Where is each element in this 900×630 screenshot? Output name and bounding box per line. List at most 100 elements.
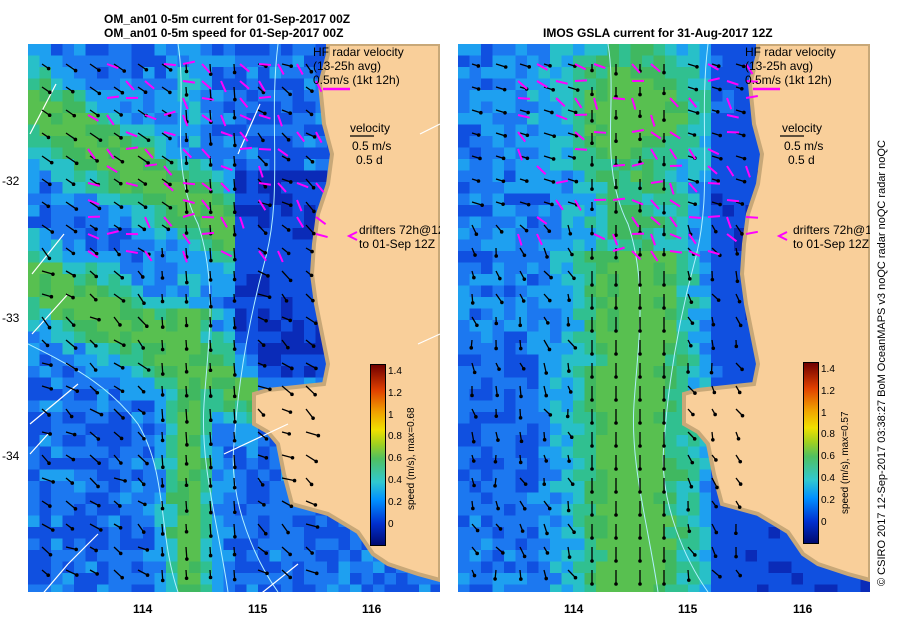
- current-arrow-head: [142, 301, 146, 306]
- speed-cell: [120, 550, 132, 562]
- speed-cell: [515, 584, 528, 592]
- speed-cell: [85, 492, 98, 505]
- speed-cell: [39, 561, 52, 574]
- speed-cell: [596, 67, 608, 79]
- speed-cell: [757, 527, 769, 539]
- speed-cell: [722, 136, 735, 148]
- speed-cell: [458, 124, 470, 137]
- speed-cell: [235, 251, 247, 263]
- speed-cell: [97, 331, 109, 344]
- speed-cell: [504, 400, 516, 413]
- current-arrow-head: [740, 367, 744, 372]
- speed-cell: [527, 170, 539, 183]
- speed-cell: [458, 504, 470, 516]
- speed-cell: [189, 113, 201, 125]
- current-arrow-head: [692, 437, 697, 441]
- speed-cell: [469, 262, 482, 275]
- speed-cell: [189, 550, 201, 562]
- speed-cell: [154, 320, 167, 332]
- current-arrow-head: [145, 573, 150, 577]
- current-arrow-head: [693, 391, 697, 395]
- speed-cell: [492, 354, 505, 367]
- speed-cell: [189, 44, 201, 56]
- current-arrow-head: [264, 162, 268, 167]
- speed-cell: [154, 297, 167, 309]
- speed-cell: [527, 331, 539, 344]
- speed-cell: [166, 320, 178, 332]
- current-arrow-head: [209, 510, 213, 515]
- current-arrow: [185, 546, 188, 560]
- current-arrow-head: [475, 323, 479, 328]
- speed-cell: [269, 274, 282, 286]
- current-arrow-head: [184, 69, 189, 74]
- speed-cell: [396, 584, 408, 592]
- speed-cell: [504, 44, 516, 56]
- speed-cell: [74, 469, 86, 482]
- current-arrow-head: [518, 416, 523, 420]
- speed-cell: [492, 182, 505, 194]
- speed-cell: [504, 377, 516, 390]
- current-arrow-head: [590, 306, 594, 310]
- speed-cell: [458, 538, 470, 551]
- current-arrow-head: [493, 484, 497, 488]
- speed-cell: [619, 481, 631, 493]
- current-arrow-head: [614, 421, 618, 425]
- speed-cell: [51, 446, 63, 459]
- speed-cell: [269, 527, 282, 539]
- speed-cell: [458, 400, 470, 413]
- speed-cell: [39, 297, 52, 309]
- speed-cell: [492, 423, 505, 436]
- current-arrow-head: [287, 432, 292, 436]
- speed-cell: [688, 435, 700, 447]
- speed-cell: [550, 354, 562, 367]
- speed-cell: [292, 527, 305, 539]
- speed-cell: [630, 515, 643, 528]
- speed-cell: [74, 55, 86, 68]
- speed-cell: [258, 308, 270, 321]
- current-arrow: [185, 178, 188, 192]
- speed-cell: [481, 538, 493, 551]
- speed-cell: [515, 251, 528, 263]
- current-arrow-head: [208, 163, 213, 167]
- current-arrow-head: [566, 322, 571, 327]
- speed-cell: [458, 527, 470, 539]
- speed-cell: [688, 67, 700, 79]
- current-arrow-head: [687, 529, 692, 534]
- speed-cell: [630, 262, 643, 275]
- speed-cell: [573, 44, 585, 56]
- current-arrow-head: [501, 202, 505, 206]
- speed-cell: [189, 67, 201, 79]
- speed-cell: [550, 377, 562, 390]
- speed-cell: [573, 262, 585, 275]
- current-arrow-head: [567, 555, 572, 559]
- current-arrow-head: [118, 525, 123, 530]
- speed-cell: [596, 423, 608, 436]
- current-arrow-head: [590, 352, 594, 356]
- speed-cell: [745, 550, 758, 562]
- speed-cell: [481, 308, 493, 321]
- speed-cell: [734, 205, 746, 217]
- speed-cell: [269, 366, 282, 378]
- speed-cell: [166, 239, 178, 252]
- speed-cell: [458, 193, 470, 206]
- speed-cell: [607, 400, 620, 413]
- left-colorbar-tick: 0.4: [388, 475, 402, 486]
- speed-cell: [619, 458, 631, 470]
- speed-cell: [62, 584, 75, 592]
- right-colorbar-tick: 0.2: [821, 494, 835, 506]
- speed-cell: [458, 44, 470, 56]
- speed-cell: [584, 331, 597, 344]
- current-arrow-head: [690, 460, 695, 465]
- speed-cell: [28, 101, 40, 114]
- speed-cell: [120, 251, 132, 263]
- current-arrow-head: [288, 318, 293, 323]
- speed-cell: [235, 435, 247, 447]
- current-arrow-head: [568, 231, 573, 236]
- speed-cell: [642, 343, 654, 355]
- speed-cell: [350, 550, 362, 562]
- current-arrow-head: [309, 112, 314, 117]
- speed-cell: [814, 584, 827, 592]
- speed-cell: [504, 354, 516, 367]
- speed-cell: [481, 458, 493, 470]
- speed-cell: [527, 262, 539, 275]
